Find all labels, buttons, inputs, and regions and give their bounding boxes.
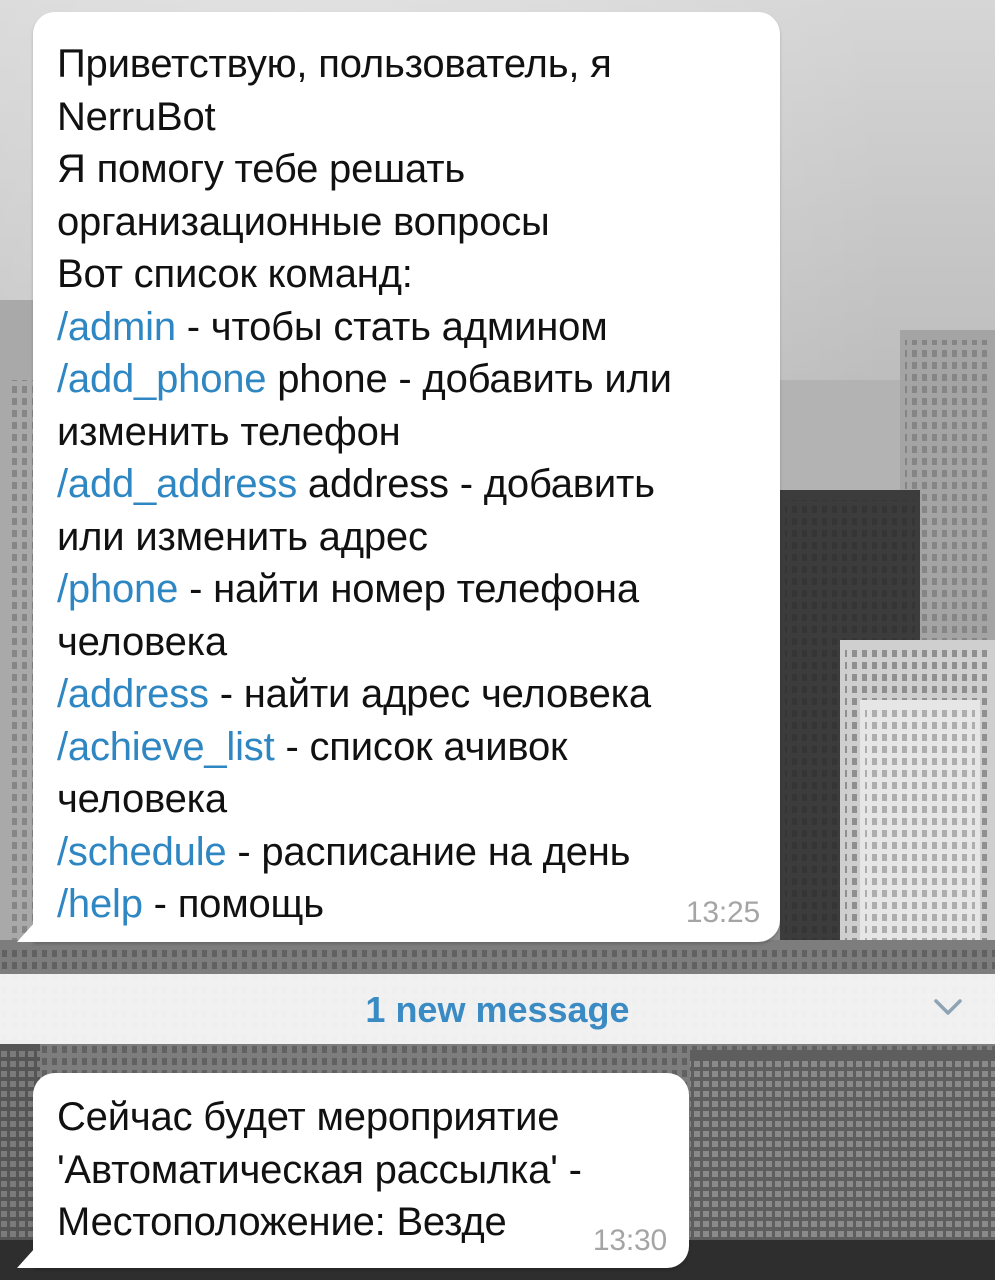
message-line: Сейчас будет мероприятие <box>57 1091 669 1144</box>
bot-command-link[interactable]: /add_address <box>57 462 297 506</box>
message-time: 13:25 <box>685 896 760 929</box>
message-text-segment: человека <box>57 619 227 664</box>
message-line: Приветствую, пользователь, я <box>57 38 760 91</box>
message-line: Я помогу тебе решать <box>57 143 760 196</box>
message-line: человека <box>57 616 760 669</box>
message-text-segment: address - добавить <box>297 462 655 506</box>
message-text-segment: Сейчас будет мероприятие <box>57 1095 560 1139</box>
message-text-segment: или изменить адрес <box>57 514 428 559</box>
message-text: Сейчас будет мероприятие 'Автоматическая … <box>57 1091 669 1249</box>
bot-command-link[interactable]: /address <box>57 672 209 716</box>
message-line: /achieve_list - список ачивок <box>57 721 760 774</box>
bot-command-link[interactable]: /help <box>57 882 143 926</box>
message-line: /phone - найти номер телефона <box>57 563 760 616</box>
chevron-down-icon[interactable] <box>933 996 963 1018</box>
message-text-segment: Вот список команд: <box>57 252 413 296</box>
message-line: изменить телефон <box>57 406 760 459</box>
message-text-segment: человека <box>57 777 227 821</box>
bot-command-link[interactable]: /schedule <box>57 830 227 874</box>
message-bubble[interactable]: Приветствую, пользователь, я NerruBot Я по… <box>17 12 780 942</box>
message-text-segment: - список ачивок <box>274 724 568 769</box>
message-text-segment: NerruBot <box>57 94 216 139</box>
message-text-segment: организационные вопросы <box>57 199 550 244</box>
message-line: /schedule - расписание на день <box>57 826 760 879</box>
message-text-segment: - чтобы стать админом <box>175 304 608 349</box>
message-line: /help - помощь <box>57 878 760 931</box>
message-line: Вот список команд: <box>57 248 760 301</box>
bot-command-link[interactable]: /phone <box>57 567 178 611</box>
message-text-segment: Местоположение: Везде <box>57 1200 507 1244</box>
message-text: Приветствую, пользователь, я NerruBot Я по… <box>57 38 760 931</box>
message-text-segment: Приветствую, пользователь, я <box>57 42 612 86</box>
message-time: 13:30 <box>592 1224 667 1257</box>
bot-command-link[interactable]: /achieve_list <box>57 725 275 769</box>
message-text-segment: - помощь <box>142 882 324 926</box>
message-line: Местоположение: Везде <box>57 1196 669 1249</box>
message-line: человека <box>57 773 760 826</box>
message-line: /add_phone phone - добавить или <box>57 353 760 406</box>
message-line: или изменить адрес <box>57 511 760 564</box>
message-text-segment: - расписание на день <box>226 829 631 874</box>
message-text-segment: phone - добавить или <box>266 357 672 401</box>
message-line: NerruBot <box>57 91 760 144</box>
message-text-segment: - найти адрес человека <box>208 672 651 716</box>
message-text-segment: 'Автоматическая рассылка' - <box>57 1147 582 1192</box>
new-messages-label: 1 new message <box>365 989 630 1030</box>
message-line: 'Автоматическая рассылка' - <box>57 1144 669 1197</box>
new-messages-divider[interactable]: 1 new message <box>0 974 995 1044</box>
message-line: /admin - чтобы стать админом <box>57 301 760 354</box>
bot-command-link[interactable]: /admin <box>57 305 176 349</box>
message-line: /add_address address - добавить <box>57 458 760 511</box>
message-text-segment: - найти номер телефона <box>178 567 639 611</box>
bot-command-link[interactable]: /add_phone <box>57 357 267 401</box>
message-bubble[interactable]: Сейчас будет мероприятие 'Автоматическая … <box>17 1073 689 1268</box>
message-line: организационные вопросы <box>57 196 760 249</box>
message-text-segment: изменить телефон <box>57 409 401 454</box>
message-line: /address - найти адрес человека <box>57 668 760 721</box>
message-text-segment: Я помогу тебе решать <box>57 147 465 191</box>
